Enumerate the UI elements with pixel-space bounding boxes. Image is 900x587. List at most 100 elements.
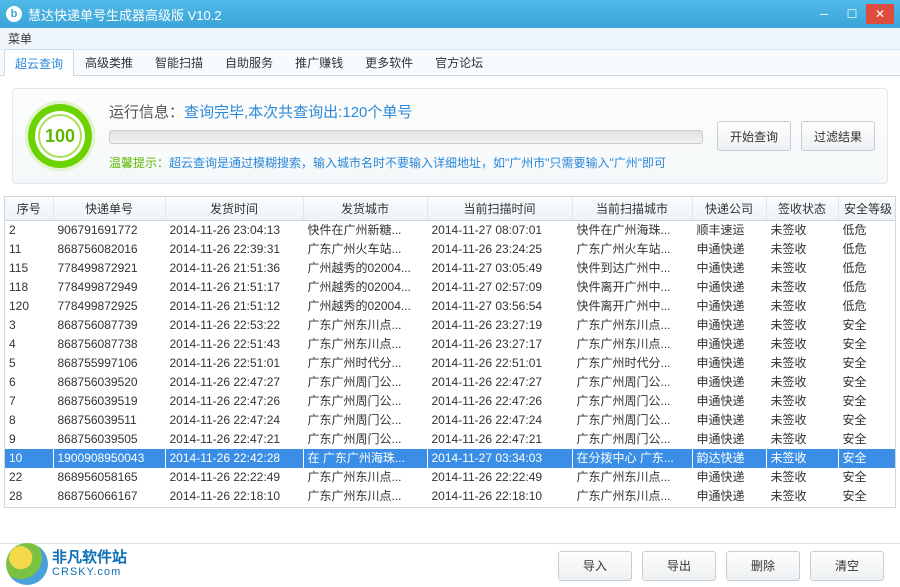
column-header[interactable]: 快递公司 [692,197,766,221]
cell-ship: 2014-11-26 22:47:21 [165,430,303,449]
logo-text: 非凡软件站 CRSKY.com [52,550,127,579]
data-grid[interactable]: 序号快递单号发货时间发货城市当前扫描时间当前扫描城市快递公司签收状态安全等级 2… [4,196,896,508]
table-row[interactable]: 48687560877382014-11-26 22:51:43广东广州东川点.… [5,335,896,354]
menubar: 菜单 [0,28,900,50]
table-row[interactable]: 88687560395112014-11-26 22:47:24广东广州周门公.… [5,411,896,430]
cell-company: 申通快递 [692,240,766,259]
cell-seq: 5 [5,354,53,373]
cell-scancity: 广东广州周门公... [572,411,692,430]
window-controls: ─ ☐ ✕ [810,4,894,24]
cell-safe: 低危 [838,278,896,297]
cell-company: 申通快递 [692,373,766,392]
cell-sign: 未签收 [766,468,838,487]
table-row[interactable]: 78687560395192014-11-26 22:47:26广东广州周门公.… [5,392,896,411]
close-button[interactable]: ✕ [866,4,894,24]
cell-company: 中通快递 [692,278,766,297]
column-header[interactable]: 签收状态 [766,197,838,221]
menu-item[interactable]: 菜单 [8,30,32,47]
table-row[interactable]: 298687560661692014-11-26 22:18:03广东广州东川点… [5,506,896,508]
tab-0[interactable]: 超云查询 [4,49,74,76]
table-row[interactable]: 228689560581652014-11-26 22:22:49广东广州东川点… [5,468,896,487]
cell-company: 申通快递 [692,487,766,506]
cell-ship: 2014-11-26 22:47:27 [165,373,303,392]
column-header[interactable]: 安全等级 [838,197,896,221]
cell-ship: 2014-11-26 22:22:49 [165,468,303,487]
cell-ship: 2014-11-26 22:53:22 [165,316,303,335]
column-header[interactable]: 发货城市 [303,197,427,221]
table-row[interactable]: 38687560877392014-11-26 22:53:22广东广州东川点.… [5,316,896,335]
cell-scancity: 快件到达广州中... [572,259,692,278]
cell-scantime: 2014-11-27 03:56:54 [427,297,572,316]
start-query-button[interactable]: 开始查询 [717,121,791,151]
cell-ship: 2014-11-26 21:51:17 [165,278,303,297]
cell-scancity: 广东广州东川点... [572,506,692,508]
cell-safe: 安全 [838,373,896,392]
tab-6[interactable]: 官方论坛 [424,48,494,75]
cell-scantime: 2014-11-26 23:27:19 [427,316,572,335]
cell-scantime: 2014-11-27 03:05:49 [427,259,572,278]
table-row[interactable]: 118687560820162014-11-26 22:39:31广东广州火车站… [5,240,896,259]
cell-ship: 2014-11-26 21:51:36 [165,259,303,278]
cell-sign: 未签收 [766,335,838,354]
tab-1[interactable]: 高级类推 [74,48,144,75]
table-row[interactable]: 288687560661672014-11-26 22:18:10广东广州东川点… [5,487,896,506]
cell-num: 868756066167 [53,487,165,506]
delete-button[interactable]: 删除 [726,551,800,581]
tab-2[interactable]: 智能扫描 [144,48,214,75]
cell-num: 778499872921 [53,259,165,278]
minimize-button[interactable]: ─ [810,4,838,24]
cell-company: 韵达快递 [692,449,766,468]
cell-scity: 广东广州火车站... [303,240,427,259]
cell-safe: 安全 [838,487,896,506]
column-header[interactable]: 快递单号 [53,197,165,221]
cell-scantime: 2014-11-27 03:34:03 [427,449,572,468]
cell-num: 868756087739 [53,316,165,335]
cell-ship: 2014-11-26 22:51:43 [165,335,303,354]
cell-scity: 广东广州周门公... [303,373,427,392]
cell-scantime: 2014-11-26 22:51:01 [427,354,572,373]
tab-3[interactable]: 自助服务 [214,48,284,75]
clear-button[interactable]: 清空 [810,551,884,581]
cell-ship: 2014-11-26 22:47:24 [165,411,303,430]
cell-ship: 2014-11-26 22:18:03 [165,506,303,508]
progress-gauge: 100 [25,101,95,171]
filter-result-button[interactable]: 过滤结果 [801,121,875,151]
cell-scancity: 广东广州时代分... [572,354,692,373]
column-header[interactable]: 序号 [5,197,53,221]
table-row[interactable]: 98687560395052014-11-26 22:47:21广东广州周门公.… [5,430,896,449]
cell-seq: 115 [5,259,53,278]
cell-scity: 广东广州周门公... [303,430,427,449]
cell-scancity: 广东广州周门公... [572,392,692,411]
import-button[interactable]: 导入 [558,551,632,581]
cell-seq: 120 [5,297,53,316]
table-row[interactable]: 29067916917722014-11-26 23:04:13快件在广州新糖.… [5,221,896,241]
tab-5[interactable]: 更多软件 [354,48,424,75]
tab-4[interactable]: 推广赚钱 [284,48,354,75]
column-header[interactable]: 发货时间 [165,197,303,221]
cell-scity: 广州越秀的02004... [303,278,427,297]
table-row[interactable]: 1157784998729212014-11-26 21:51:36广州越秀的0… [5,259,896,278]
gauge-value: 100 [38,114,82,158]
logo-cn: 非凡软件站 [52,550,127,567]
table-row[interactable]: 1207784998729252014-11-26 21:51:12广州越秀的0… [5,297,896,316]
cell-scantime: 2014-11-26 22:22:49 [427,468,572,487]
maximize-button[interactable]: ☐ [838,4,866,24]
table-row[interactable]: 1187784998729492014-11-26 21:51:17广州越秀的0… [5,278,896,297]
cell-ship: 2014-11-26 22:51:01 [165,354,303,373]
cell-num: 868756082016 [53,240,165,259]
cell-sign: 未签收 [766,259,838,278]
cell-ship: 2014-11-26 23:04:13 [165,221,303,241]
export-button[interactable]: 导出 [642,551,716,581]
column-header[interactable]: 当前扫描城市 [572,197,692,221]
cell-safe: 安全 [838,506,896,508]
cell-scancity: 广东广州东川点... [572,468,692,487]
table-row[interactable]: 58687559971062014-11-26 22:51:01广东广州时代分.… [5,354,896,373]
site-logo: 非凡软件站 CRSKY.com [6,543,127,585]
cell-sign: 未签收 [766,487,838,506]
column-header[interactable]: 当前扫描时间 [427,197,572,221]
cell-ship: 2014-11-26 21:51:12 [165,297,303,316]
table-row[interactable]: 1019009089500432014-11-26 22:42:28在 广东广州… [5,449,896,468]
logo-en: CRSKY.com [52,566,127,578]
table-row[interactable]: 68687560395202014-11-26 22:47:27广东广州周门公.… [5,373,896,392]
cell-num: 906791691772 [53,221,165,241]
